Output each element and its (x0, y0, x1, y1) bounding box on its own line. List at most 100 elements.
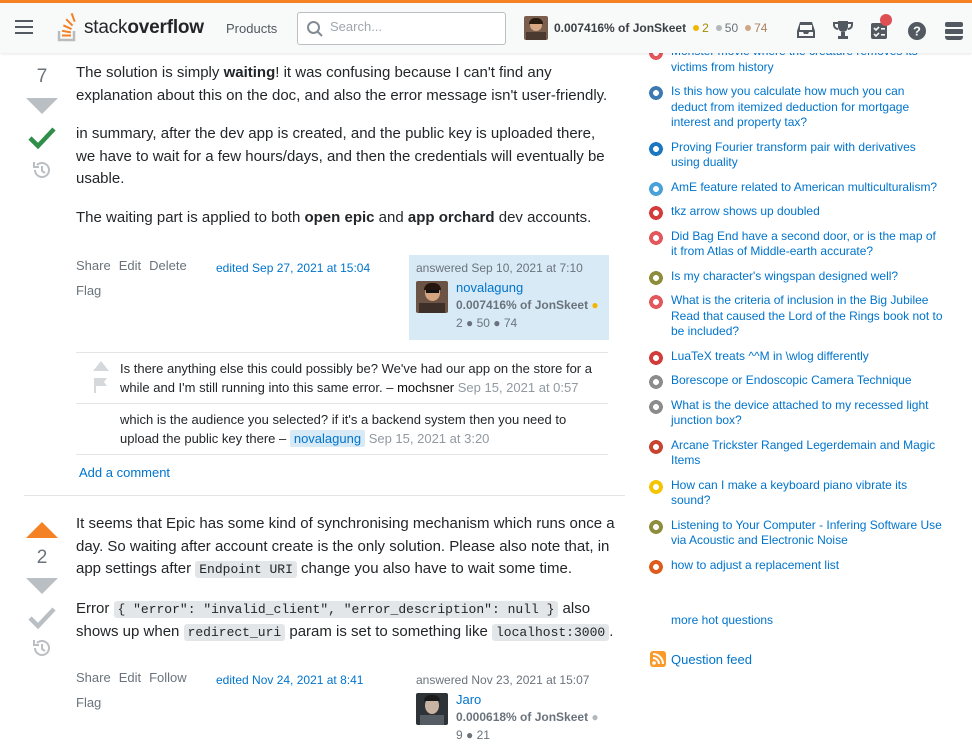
review-queues-icon[interactable] (862, 14, 899, 45)
stackoverflow-logo-icon (57, 13, 76, 42)
hot-question-title: What is the criteria of inclusion in the… (671, 293, 943, 338)
logo-text: stackoverflow (84, 17, 204, 38)
hot-question-item[interactable]: How can I make a keyboard piano vibrate … (648, 478, 943, 509)
edited-link[interactable]: edited Nov 24, 2021 at 8:41 (216, 673, 363, 687)
user-name-link[interactable]: Jaro (456, 692, 481, 707)
comment-author-link[interactable]: mochsner (397, 380, 454, 395)
inbox-icon[interactable] (788, 17, 825, 45)
diy-icon (648, 398, 664, 415)
comment: Is there anything else this could possib… (76, 353, 608, 404)
follow-link[interactable]: Follow (149, 670, 187, 685)
hot-question-item[interactable]: tkz arrow shows up doubled (648, 204, 943, 221)
hot-question-title: how to adjust a replacement list (671, 557, 840, 572)
search-input[interactable] (330, 19, 490, 34)
comment-date[interactable]: Sep 15, 2021 at 0:57 (454, 380, 579, 395)
user-card: answered Sep 10, 2021 at 7:10 novalagung… (409, 255, 609, 340)
ell-icon (648, 180, 664, 197)
comment-author-link[interactable]: novalagung (289, 430, 366, 447)
hot-question-title: Arcane Trickster Ranged Legerdemain and … (671, 437, 936, 468)
bronze-badge-icon (745, 24, 752, 31)
diy-icon (648, 374, 664, 390)
question-feed-label: Question feed (671, 651, 752, 667)
more-hot-questions-link[interactable]: more hot questions (671, 613, 773, 627)
hot-question-item[interactable]: Is my character's wingspan designed well… (648, 269, 943, 286)
hot-question-item[interactable]: Listening to Your Computer - Infering So… (648, 518, 943, 549)
hot-question-title: Did Bag End have a second door, or is th… (671, 228, 936, 259)
signal-icon (648, 140, 664, 157)
downvote-button[interactable] (26, 578, 58, 594)
user-card: answered Nov 23, 2021 at 15:07 Jaro 0.00… (409, 667, 609, 746)
share-link[interactable]: Share (76, 670, 111, 685)
hot-question-item[interactable]: Is this how you calculate how much you c… (648, 84, 943, 131)
hot-question-item[interactable]: how to adjust a replacement list (648, 557, 943, 575)
site-switcher-icon[interactable] (936, 17, 972, 45)
hot-question-title: Is this how you calculate how much you c… (671, 84, 910, 129)
answer-paragraph: It seems that Epic has some kind of sync… (76, 515, 615, 578)
hot-question-item[interactable]: LuaTeX treats ^^M in \wlog differently (648, 348, 943, 366)
search-box[interactable] (297, 12, 506, 45)
menu-icon[interactable] (15, 20, 33, 34)
avatar[interactable] (416, 281, 448, 313)
gold-badge-icon (693, 24, 700, 31)
user-badges: 2 ● 50 ● 74 (456, 316, 518, 330)
edit-link[interactable]: Edit (119, 670, 141, 685)
inline-code: redirect_uri (183, 624, 286, 641)
edit-link[interactable]: Edit (119, 258, 141, 273)
flag-link[interactable]: Flag (76, 695, 101, 710)
hot-question-item[interactable]: What is the device attached to my recess… (648, 398, 943, 429)
hot-question-title: What is the device attached to my recess… (671, 397, 929, 428)
hot-question-item[interactable]: Borescope or Endoscopic Camera Technique (648, 373, 943, 390)
history-icon[interactable] (32, 160, 52, 180)
music-icon (648, 478, 664, 495)
post-menu: Share Edit Delete Flag (76, 253, 206, 303)
add-comment-link[interactable]: Add a comment (79, 465, 170, 480)
answer-divider (24, 495, 625, 496)
achievements-icon[interactable] (825, 17, 862, 45)
gold-count: 2 (702, 21, 709, 35)
share-link[interactable]: Share (76, 258, 111, 273)
silver-badge-icon (715, 24, 722, 31)
comment-date[interactable]: Sep 15, 2021 at 3:20 (365, 431, 490, 446)
flag-link[interactable]: Flag (76, 283, 101, 298)
accepted-check-icon (28, 127, 56, 150)
flag-icon[interactable] (94, 377, 108, 393)
avatar[interactable] (416, 693, 448, 725)
hot-question-title: AmE feature related to American multicul… (671, 179, 938, 194)
hot-question-title: LuaTeX treats ^^M in \wlog differently (671, 348, 869, 363)
worldbuilding-icon (648, 269, 664, 286)
avatar[interactable] (524, 16, 548, 40)
answer-paragraph: The waiting part is applied to both open… (76, 208, 592, 226)
top-bar: stackoverflow Products 0.007416% of JonS… (0, 0, 972, 53)
inline-code: localhost:3000 (491, 624, 610, 641)
hot-question-item[interactable]: AmE feature related to American multicul… (648, 179, 943, 197)
search-icon (307, 21, 323, 37)
hot-question-title: How can I make a keyboard piano vibrate … (671, 477, 908, 508)
edited-link[interactable]: edited Sep 27, 2021 at 15:04 (216, 261, 370, 275)
history-icon[interactable] (32, 638, 52, 658)
vote-cell: 7 (24, 66, 60, 180)
user-reputation: 0.000618% of JonSkeet ● (456, 710, 599, 724)
vote-count: 7 (36, 66, 48, 87)
hot-question-item[interactable]: What is the criteria of inclusion in the… (648, 293, 943, 340)
delete-link[interactable]: Delete (149, 258, 187, 273)
answer-paragraph: Error { "error": "invalid_client", "erro… (76, 599, 614, 641)
silver-count: 50 (724, 21, 739, 35)
help-icon[interactable]: ? (899, 17, 936, 45)
hot-question-item[interactable]: Proving Fourier transform pair with deri… (648, 140, 943, 171)
answer-body: The solution is simply waiting! it was c… (76, 62, 616, 245)
upvote-button[interactable] (26, 522, 58, 538)
downvote-button[interactable] (26, 98, 58, 114)
hot-question-title: tkz arrow shows up doubled (671, 204, 820, 218)
comment-upvote-icon[interactable] (93, 361, 109, 371)
stackoverflow-logo[interactable]: stackoverflow (56, 12, 204, 44)
bronze-count: 74 (754, 21, 768, 35)
user-name-link[interactable]: novalagung (456, 280, 523, 295)
hot-question-item[interactable]: Arcane Trickster Ranged Legerdemain and … (648, 438, 943, 469)
hot-question-item[interactable]: Did Bag End have a second door, or is th… (648, 229, 943, 260)
hot-question-title: Borescope or Endoscopic Camera Technique (671, 373, 912, 387)
question-feed-link[interactable]: Question feed (650, 651, 752, 667)
scifi-icon (648, 229, 664, 246)
products-link[interactable]: Products (216, 18, 287, 39)
user-stats[interactable]: 0.007416% of JonSkeet 2 50 74 (524, 16, 767, 40)
worldbuilding-icon (648, 518, 664, 535)
